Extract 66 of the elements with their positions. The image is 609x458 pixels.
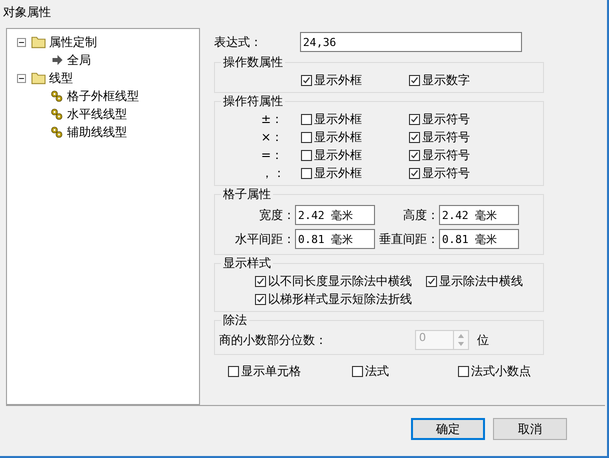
operator-symbol: ×： [260, 128, 284, 146]
operator-symbol: ±： [260, 110, 284, 128]
checkbox-label: 显示外框 [314, 110, 362, 128]
measure-field[interactable]: 2.42 毫米 [439, 205, 519, 225]
field-label: 高度： [402, 206, 439, 224]
measure-field[interactable]: 0.81 毫米 [295, 229, 375, 249]
folder-icon [31, 35, 46, 49]
checkbox[interactable] [301, 114, 312, 124]
checkbox[interactable] [409, 74, 420, 86]
checkbox[interactable] [409, 168, 420, 178]
checkbox[interactable] [426, 276, 437, 286]
tree-item[interactable]: 格子外框线型 [67, 88, 139, 104]
field-label: 宽度： [258, 206, 295, 224]
checkbox-label: 显示符号 [422, 146, 470, 164]
operator-symbol: =： [260, 146, 284, 164]
checkbox-label: 法式小数点 [471, 363, 531, 380]
tree-item[interactable]: 全局 [67, 52, 91, 68]
checkbox-label: 显示除法中横线 [439, 272, 523, 290]
checkbox[interactable] [255, 294, 266, 304]
group-title: 除法 [222, 312, 248, 329]
folder-icon [31, 71, 46, 85]
checkbox[interactable] [352, 366, 363, 377]
checkbox-label: 显示符号 [422, 110, 470, 128]
checkbox-label: 显示外框 [314, 128, 362, 146]
window-title: 对象属性 [2, 4, 52, 20]
tree-item[interactable]: 水平线线型 [67, 106, 127, 122]
checkbox[interactable] [255, 276, 266, 286]
checkbox[interactable] [409, 132, 420, 142]
checkbox-label: 以梯形样式显示短除法折线 [268, 290, 412, 308]
measure-field[interactable]: 2.42 毫米 [295, 205, 375, 225]
field-label: 商的小数部分位数： [219, 332, 328, 348]
group-title: 格子属性 [222, 186, 272, 203]
group-title: 显示样式 [222, 255, 272, 272]
expression-field[interactable]: 24,36 [300, 32, 522, 52]
checkbox[interactable] [458, 366, 469, 377]
checkbox-label: 以不同长度显示除法中横线 [268, 272, 412, 290]
checkbox[interactable] [409, 150, 420, 160]
checkbox-label: 显示外框 [314, 146, 362, 164]
field-label: 水平间距： [234, 230, 295, 248]
checkbox-label: 显示单元格 [241, 363, 301, 380]
checkbox[interactable] [301, 150, 312, 160]
checkbox[interactable] [301, 74, 312, 86]
measure-field[interactable]: 0.81 毫米 [439, 229, 519, 249]
field-label: 垂直间距： [378, 230, 439, 248]
expression-label: 表达式： [214, 34, 263, 50]
checkbox[interactable] [301, 132, 312, 142]
group-title: 操作符属性 [222, 93, 284, 110]
dialog-button[interactable]: 确定 [411, 418, 485, 440]
checkbox-label: 显示数字 [422, 72, 470, 88]
checkbox[interactable] [409, 114, 420, 124]
tree-item[interactable]: 线型 [49, 70, 73, 86]
tree-item[interactable]: 辅助线线型 [67, 124, 127, 140]
checkbox[interactable] [301, 168, 312, 178]
operator-symbol: ，： [260, 164, 286, 182]
checkbox-label: 显示外框 [314, 72, 362, 88]
expand-toggle[interactable] [17, 38, 26, 46]
checkbox-label: 法式 [365, 363, 389, 380]
group-title: 操作数属性 [222, 54, 284, 71]
tree-item[interactable]: 属性定制 [49, 34, 97, 50]
dialog-button[interactable]: 取消 [493, 418, 567, 440]
unit-label: 位 [477, 332, 489, 348]
checkbox-label: 显示外框 [314, 164, 362, 182]
expand-toggle[interactable] [17, 74, 26, 82]
checkbox[interactable] [228, 366, 239, 377]
checkbox-label: 显示符号 [422, 164, 470, 182]
checkbox-label: 显示符号 [422, 128, 470, 146]
